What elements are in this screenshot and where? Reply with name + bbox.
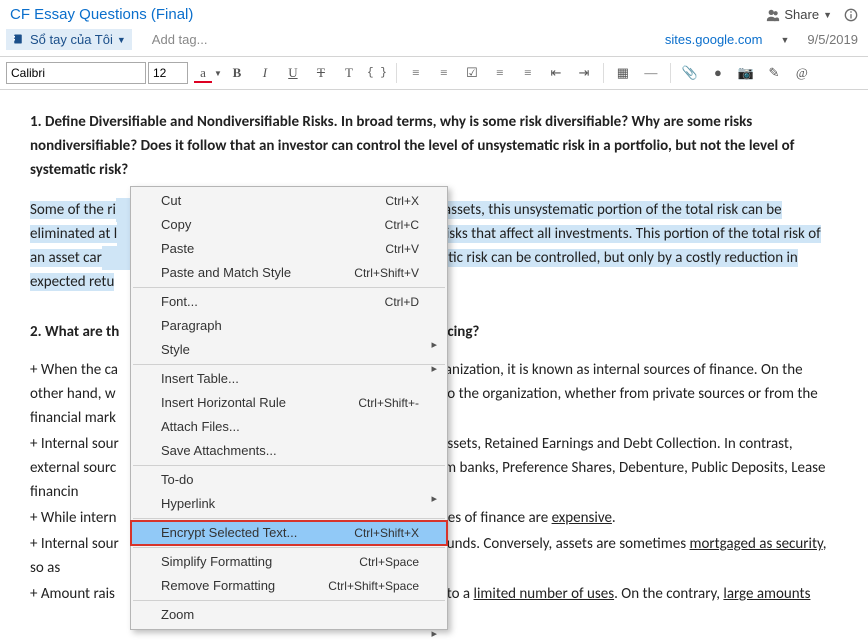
menu-item-label: Paragraph [161,317,222,335]
menu-separator [133,465,445,466]
menu-item-shortcut: Ctrl+C [385,216,419,234]
context-menu-item[interactable]: Insert Horizontal Rule Ctrl+Shift+- [131,391,447,415]
italic-button[interactable]: I [252,61,278,85]
checkbox-list-button[interactable]: ☑ [459,61,485,85]
context-menu-item[interactable]: To-do [131,468,447,492]
note-title[interactable]: CF Essay Questions (Final) [10,6,193,23]
context-menu-item[interactable]: Save Attachments... [131,439,447,463]
bold-button[interactable]: B [224,61,250,85]
outdent-button[interactable]: ⇤ [543,61,569,85]
context-menu: Cut Ctrl+X Copy Ctrl+C Paste Ctrl+V Paste and … [130,186,448,630]
context-menu-item[interactable]: Paste Ctrl+V [131,237,447,261]
menu-item-label: Zoom [161,606,194,624]
menu-item-shortcut: Ctrl+V [385,240,419,258]
context-menu-item[interactable]: Remove Formatting Ctrl+Shift+Space [131,574,447,598]
context-menu-item[interactable]: Attach Files... [131,415,447,439]
menu-separator [133,547,445,548]
annotate-button[interactable]: ✎ [761,61,787,85]
menu-separator [133,287,445,288]
context-menu-item[interactable]: Style [131,338,447,362]
menu-separator [133,600,445,601]
table-button[interactable]: ▦ [610,61,636,85]
menu-item-label: Paste [161,240,194,258]
context-menu-item[interactable]: Simplify Formatting Ctrl+Space [131,550,447,574]
menu-item-label: Insert Table... [161,370,239,388]
question-1: 1. Define Diversifiable and Nondiversifi… [30,110,838,182]
context-menu-item[interactable]: Paste and Match Style Ctrl+Shift+V [131,261,447,285]
menu-separator [133,364,445,365]
menu-item-label: Font... [161,293,198,311]
notebook-label: Sổ tay của Tôi [30,32,113,47]
hr-button[interactable]: — [638,61,664,85]
chevron-down-icon: ▼ [823,10,832,20]
source-link[interactable]: sites.google.com [665,32,763,47]
chevron-down-icon: ▼ [780,35,789,45]
menu-item-label: Save Attachments... [161,442,277,460]
separator [603,63,604,83]
context-menu-item[interactable]: Font... Ctrl+D [131,290,447,314]
attach-button[interactable]: 📎 [677,61,703,85]
underline-button[interactable]: U [280,61,306,85]
font-color-button[interactable]: a [190,61,216,85]
context-menu-item[interactable]: Cut Ctrl+X [131,189,447,213]
menu-item-shortcut: Ctrl+Shift+V [354,264,419,282]
superscript-button[interactable]: T [336,61,362,85]
chevron-down-icon: ▼ [117,35,126,45]
context-menu-item[interactable]: Copy Ctrl+C [131,213,447,237]
menu-item-shortcut: Ctrl+Shift+X [354,524,419,542]
menu-item-label: Copy [161,216,191,234]
context-menu-item[interactable]: Zoom [131,603,447,627]
font-size-select[interactable] [148,62,188,84]
menu-separator [133,518,445,519]
menu-item-shortcut: Ctrl+Shift+- [358,394,419,412]
info-icon[interactable] [844,8,858,22]
menu-item-shortcut: Ctrl+Shift+Space [328,577,419,595]
menu-item-label: To-do [161,471,194,489]
separator [670,63,671,83]
at-mention-button[interactable]: @ [789,61,815,85]
context-menu-item[interactable]: Insert Table... [131,367,447,391]
font-family-select[interactable] [6,62,146,84]
menu-item-label: Insert Horizontal Rule [161,394,286,412]
add-tag-input[interactable]: Add tag... [152,32,208,47]
menu-item-label: Remove Formatting [161,577,275,595]
format-toolbar: a ▼ B I U T T { } ≡ ≡ ☑ ≡ ≡ ⇤ ⇥ ▦ — 📎 ● … [0,56,868,90]
menu-item-label: Attach Files... [161,418,240,436]
notebook-selector[interactable]: Sổ tay của Tôi ▼ [6,29,132,50]
camera-button[interactable]: 📷 [733,61,759,85]
share-label: Share [784,7,819,22]
separator [396,63,397,83]
record-audio-button[interactable]: ● [705,61,731,85]
number-list-button[interactable]: ≡ [431,61,457,85]
context-menu-item[interactable]: Encrypt Selected Text... Ctrl+Shift+X [131,521,447,545]
menu-item-label: Cut [161,192,181,210]
menu-item-shortcut: Ctrl+X [385,192,419,210]
context-menu-item[interactable]: Paragraph [131,314,447,338]
menu-item-shortcut: Ctrl+D [385,293,419,311]
indent-button[interactable]: ⇥ [571,61,597,85]
menu-item-label: Simplify Formatting [161,553,272,571]
bullet-list-button[interactable]: ≡ [403,61,429,85]
share-button[interactable]: Share ▼ [766,7,832,22]
align-center-button[interactable]: ≡ [515,61,541,85]
menu-item-shortcut: Ctrl+Space [359,553,419,571]
align-left-button[interactable]: ≡ [487,61,513,85]
people-icon [766,8,780,22]
menu-item-label: Hyperlink [161,495,215,513]
menu-item-label: Paste and Match Style [161,264,291,282]
code-block-button[interactable]: { } [364,61,390,85]
strike-button[interactable]: T [308,61,334,85]
context-menu-item[interactable]: Hyperlink [131,492,447,516]
menu-item-label: Style [161,341,190,359]
menu-item-label: Encrypt Selected Text... [161,524,297,542]
notebook-icon [12,33,26,47]
note-date: 9/5/2019 [807,32,858,47]
